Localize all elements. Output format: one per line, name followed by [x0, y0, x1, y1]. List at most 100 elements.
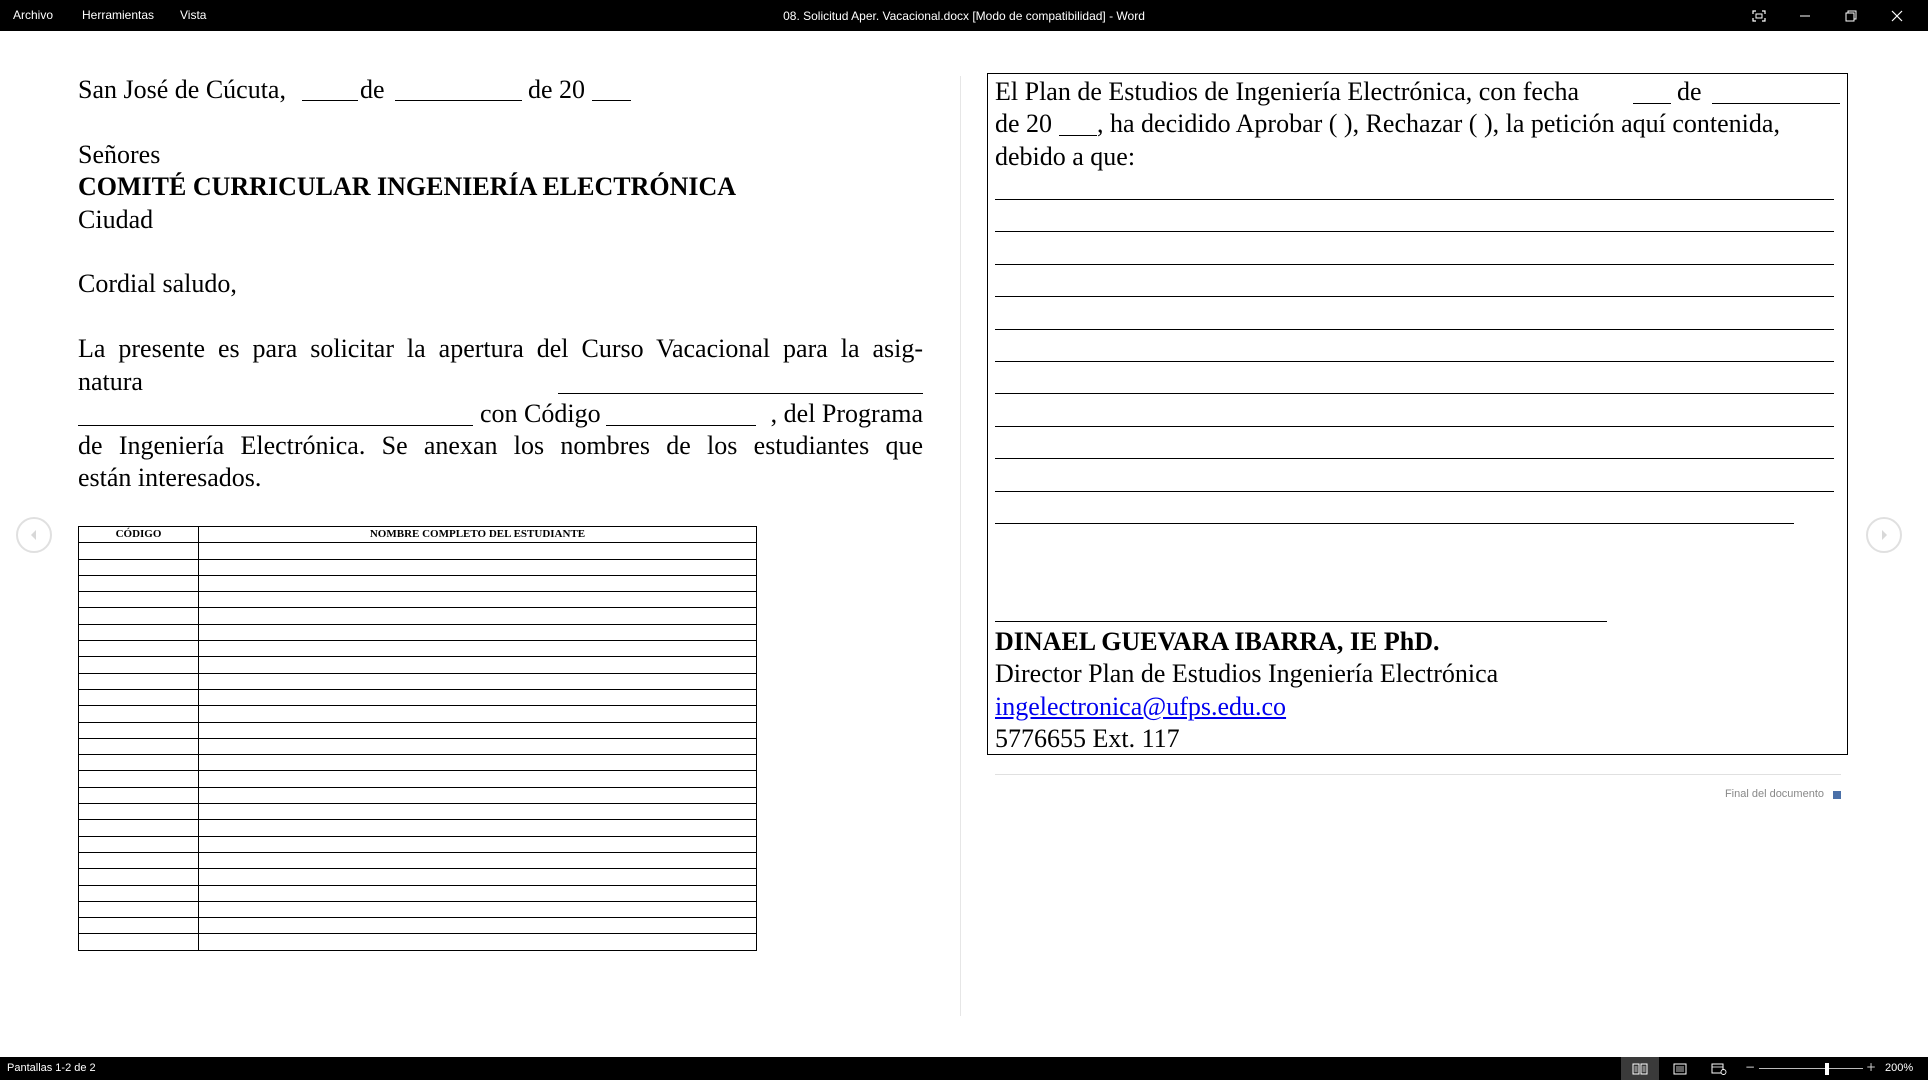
code-cell[interactable]	[78, 656, 199, 674]
table-row	[78, 819, 757, 837]
name-cell[interactable]	[198, 803, 757, 821]
name-cell[interactable]	[198, 819, 757, 837]
close-icon	[1891, 10, 1903, 21]
code-cell[interactable]	[78, 786, 199, 805]
zoom-in-icon[interactable]: +	[1866, 1060, 1876, 1074]
focus-mode-button[interactable]	[1736, 0, 1782, 31]
name-cell[interactable]	[198, 786, 757, 805]
reason-line	[995, 523, 1794, 524]
end-of-document-label: Final del documento	[1724, 788, 1824, 800]
code-cell[interactable]	[78, 542, 199, 560]
name-cell[interactable]	[198, 607, 757, 625]
name-cell[interactable]	[198, 835, 757, 853]
body-code-label: con Código	[480, 399, 601, 428]
minimize-button[interactable]	[1782, 0, 1828, 31]
salutation: Cordial saludo,	[78, 269, 237, 298]
table-header-row: CÓDIGO NOMBRE COMPLETO DEL ESTUDIANTE	[78, 525, 757, 544]
restore-button[interactable]	[1828, 0, 1874, 31]
code-cell[interactable]	[78, 574, 199, 593]
table-row	[78, 900, 757, 919]
code-cell[interactable]	[78, 884, 199, 902]
signer-title: Director Plan de Estudios Ingeniería Ele…	[995, 659, 1499, 688]
name-cell[interactable]	[198, 542, 757, 560]
code-cell[interactable]	[78, 933, 199, 951]
table-row	[78, 917, 757, 935]
day-blank	[302, 100, 358, 101]
code-cell[interactable]	[78, 835, 199, 853]
header-codigo: CÓDIGO	[78, 525, 199, 544]
zoom-track	[1759, 1068, 1863, 1069]
name-cell[interactable]	[198, 737, 757, 756]
header-nombre: NOMBRE COMPLETO DEL ESTUDIANTE	[198, 525, 757, 544]
name-cell[interactable]	[198, 688, 757, 707]
code-cell[interactable]	[78, 754, 199, 772]
decision-line-2b: , ha decidido Aprobar ( ), Rechazar ( ),…	[1097, 109, 1780, 138]
signer-name: DINAEL GUEVARA IBARRA, IE PhD.	[995, 627, 1440, 656]
body-line-1: La presente es para solicitar la apertur…	[78, 334, 923, 363]
code-cell[interactable]	[78, 721, 199, 739]
body-program-label: , del Programa	[770, 399, 923, 428]
code-cell[interactable]	[78, 558, 199, 576]
menu-archivo[interactable]: Archivo	[13, 0, 53, 31]
table-row	[78, 851, 757, 870]
zoom-level[interactable]: 200%	[1885, 1057, 1913, 1080]
email-link[interactable]: ingelectronica@ufps.edu.co	[995, 691, 1286, 723]
table-row	[78, 591, 757, 609]
reason-line	[995, 328, 1834, 330]
code-cell[interactable]	[78, 770, 199, 788]
reason-line	[995, 231, 1834, 233]
next-page-button[interactable]	[1866, 517, 1902, 553]
menu-herramientas[interactable]: Herramientas	[82, 0, 154, 31]
name-cell[interactable]	[198, 558, 757, 576]
code-cell[interactable]	[78, 688, 199, 707]
name-cell[interactable]	[198, 770, 757, 788]
name-cell[interactable]	[198, 900, 757, 919]
name-cell[interactable]	[198, 640, 757, 658]
reason-line	[995, 263, 1834, 265]
chevron-right-icon	[1882, 530, 1887, 540]
name-cell[interactable]	[198, 705, 757, 723]
code-cell[interactable]	[78, 851, 199, 870]
decision-line-1b: de	[1677, 77, 1702, 106]
zoom-slider[interactable]: − +	[1741, 1057, 1881, 1080]
code-cell[interactable]	[78, 819, 199, 837]
zoom-out-icon[interactable]: −	[1745, 1060, 1755, 1074]
table-row	[78, 607, 757, 625]
code-cell[interactable]	[78, 737, 199, 756]
name-cell[interactable]	[198, 868, 757, 886]
name-cell[interactable]	[198, 574, 757, 593]
code-cell[interactable]	[78, 672, 199, 690]
code-cell[interactable]	[78, 640, 199, 658]
name-cell[interactable]	[198, 623, 757, 642]
name-cell[interactable]	[198, 591, 757, 609]
menu-vista[interactable]: Vista	[180, 0, 206, 31]
code-cell[interactable]	[78, 900, 199, 919]
zoom-thumb[interactable]	[1824, 1063, 1829, 1075]
decision-line-3: debido a que:	[995, 142, 1136, 171]
print-layout-button[interactable]	[1661, 1057, 1699, 1080]
name-cell[interactable]	[198, 917, 757, 935]
city-label: Ciudad	[78, 205, 154, 234]
name-cell[interactable]	[198, 884, 757, 902]
name-cell[interactable]	[198, 656, 757, 674]
name-cell[interactable]	[198, 721, 757, 739]
code-cell[interactable]	[78, 623, 199, 642]
code-cell[interactable]	[78, 803, 199, 821]
web-layout-button[interactable]	[1700, 1057, 1738, 1080]
code-cell[interactable]	[78, 705, 199, 723]
code-cell[interactable]	[78, 868, 199, 886]
code-cell[interactable]	[78, 607, 199, 625]
name-cell[interactable]	[198, 851, 757, 870]
close-button[interactable]	[1874, 0, 1920, 31]
name-cell[interactable]	[198, 754, 757, 772]
chevron-left-icon	[31, 530, 36, 540]
code-cell[interactable]	[78, 591, 199, 609]
students-table: CÓDIGO NOMBRE COMPLETO DEL ESTUDIANTE	[78, 525, 757, 951]
year-blank	[592, 100, 631, 101]
name-cell[interactable]	[198, 672, 757, 690]
code-cell[interactable]	[78, 917, 199, 935]
name-cell[interactable]	[198, 933, 757, 951]
read-mode-button[interactable]	[1621, 1057, 1659, 1080]
signature-line	[995, 621, 1607, 622]
previous-page-button[interactable]	[16, 517, 52, 553]
